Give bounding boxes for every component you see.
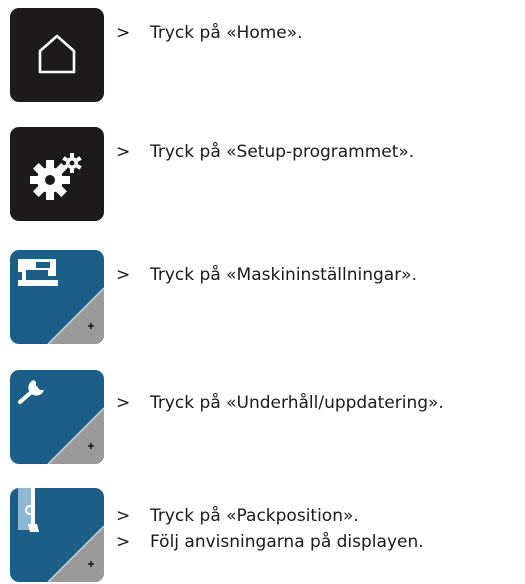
setup-button[interactable] <box>10 127 104 221</box>
step-instruction: Tryck på «Setup-programmet». <box>150 142 415 162</box>
step-instruction: Tryck på «Underhåll/uppdatering». <box>150 393 444 413</box>
step-instruction: Tryck på «Maskininställningar». <box>150 265 417 285</box>
step-instruction: Följ anvisningarna på displayen. <box>150 532 424 552</box>
step-bullet: > <box>116 265 131 285</box>
step-bullet: > <box>116 23 131 43</box>
maintenance-button[interactable] <box>10 370 104 464</box>
step-instruction: Tryck på «Home». <box>150 23 303 43</box>
home-icon <box>38 34 76 74</box>
machine-settings-button[interactable] <box>10 250 104 344</box>
packing-position-icon <box>18 488 104 582</box>
sewing-machine-icon <box>18 259 104 344</box>
gears-icon <box>30 153 82 200</box>
step-bullet: > <box>116 506 131 526</box>
step-instruction: Tryck på «Packposition». <box>150 506 359 526</box>
step-bullet: > <box>116 393 131 413</box>
step-bullet: > <box>116 142 131 162</box>
step-bullet: > <box>116 532 131 552</box>
packing-position-button[interactable] <box>10 488 104 582</box>
home-button[interactable] <box>10 8 104 102</box>
wrench-icon <box>18 380 104 464</box>
